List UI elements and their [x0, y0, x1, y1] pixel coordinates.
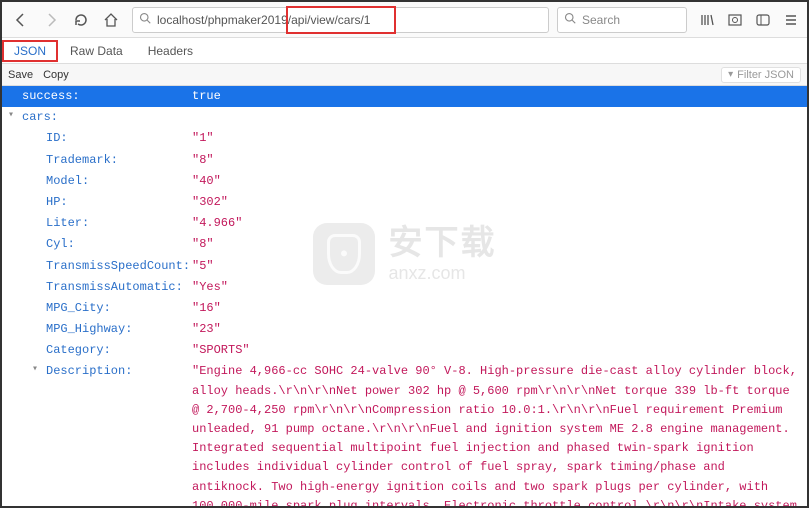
- json-row: MPG_City: "16": [2, 298, 807, 319]
- url-bar[interactable]: localhost/phpmaker2019/api/view/cars/1: [132, 7, 549, 33]
- json-key: TransmissAutomatic:: [46, 278, 183, 297]
- tab-json[interactable]: JSON: [2, 40, 58, 62]
- menu-button[interactable]: [781, 10, 801, 30]
- json-value: "23": [192, 322, 221, 336]
- library-icon[interactable]: [697, 10, 717, 30]
- json-viewer[interactable]: success: true ▾ cars: ID: "1" Trademark: "8…: [2, 86, 807, 506]
- json-value: "302": [192, 195, 228, 209]
- json-value: "16": [192, 301, 221, 315]
- json-row: MPG_Highway: "23": [2, 319, 807, 340]
- save-button[interactable]: Save: [8, 69, 33, 81]
- reload-button[interactable]: [68, 7, 94, 33]
- json-value: "SPORTS": [192, 343, 250, 357]
- json-value: "Yes": [192, 280, 228, 294]
- json-row: HP: "302": [2, 192, 807, 213]
- json-key: MPG_Highway:: [46, 320, 132, 339]
- json-row: Liter: "4.966": [2, 213, 807, 234]
- tab-headers[interactable]: Headers: [136, 40, 206, 62]
- toolbar-right-icons: [691, 10, 801, 30]
- json-key: Liter:: [46, 214, 89, 233]
- browser-toolbar: localhost/phpmaker2019/api/view/cars/1 S…: [2, 2, 807, 38]
- json-key: Cyl:: [46, 235, 75, 254]
- json-row: Category: "SPORTS": [2, 340, 807, 361]
- json-key: success:: [22, 87, 80, 106]
- json-value: "4.966": [192, 216, 242, 230]
- json-value: "40": [192, 174, 221, 188]
- filter-placeholder: Filter JSON: [737, 69, 794, 81]
- collapse-toggle[interactable]: ▾: [8, 108, 20, 124]
- home-icon: [103, 12, 119, 28]
- back-button[interactable]: [8, 7, 34, 33]
- reload-icon: [73, 12, 89, 28]
- json-key: TransmissSpeedCount:: [46, 257, 190, 276]
- arrow-left-icon: [13, 12, 29, 28]
- home-button[interactable]: [98, 7, 124, 33]
- copy-button[interactable]: Copy: [43, 69, 69, 81]
- json-row: ID: "1": [2, 128, 807, 149]
- search-placeholder: Search: [582, 13, 620, 27]
- json-value: "5": [192, 259, 214, 273]
- sidebar-icon[interactable]: [725, 10, 745, 30]
- forward-button[interactable]: [38, 7, 64, 33]
- json-row: TransmissAutomatic: "Yes": [2, 277, 807, 298]
- json-key: HP:: [46, 193, 68, 212]
- json-key: cars:: [22, 108, 58, 127]
- search-icon: [139, 12, 151, 27]
- arrow-right-icon: [43, 12, 59, 28]
- pocket-icon[interactable]: [753, 10, 773, 30]
- tab-raw-data[interactable]: Raw Data: [58, 40, 136, 62]
- search-icon: [564, 12, 576, 27]
- url-text-prefix: localhost/phpmaker2019: [157, 13, 288, 27]
- json-value: "Engine 4,966-cc SOHC 24-valve 90° V-8. …: [192, 364, 797, 506]
- json-key: Category:: [46, 341, 111, 360]
- search-box[interactable]: Search: [557, 7, 687, 33]
- json-row: Model: "40": [2, 171, 807, 192]
- json-row: TransmissSpeedCount:"5": [2, 256, 807, 277]
- json-key: Trademark:: [46, 151, 118, 170]
- devtools-tabs: JSON Raw Data Headers: [2, 38, 807, 64]
- json-key: Model:: [46, 172, 89, 191]
- json-value: "1": [192, 131, 214, 145]
- url-text-highlight: /api/view/cars/1: [288, 13, 371, 27]
- json-row-cars: ▾ cars:: [2, 107, 807, 128]
- json-key: ID:: [46, 129, 68, 148]
- json-value: "8": [192, 237, 214, 251]
- json-row-description: ▾ Description: "Engine 4,966-cc SOHC 24-…: [2, 361, 807, 506]
- json-value: "8": [192, 153, 214, 167]
- json-row-success: success: true: [2, 86, 807, 107]
- json-key: MPG_City:: [46, 299, 111, 318]
- json-actions: Save Copy ▾ Filter JSON: [2, 64, 807, 86]
- filter-json-input[interactable]: ▾ Filter JSON: [721, 67, 801, 83]
- json-row: Cyl: "8": [2, 234, 807, 255]
- json-value: true: [192, 89, 221, 103]
- json-key: Description:: [46, 362, 132, 381]
- funnel-icon: ▾: [728, 69, 733, 80]
- collapse-toggle[interactable]: ▾: [32, 362, 44, 378]
- json-row: Trademark: "8": [2, 150, 807, 171]
